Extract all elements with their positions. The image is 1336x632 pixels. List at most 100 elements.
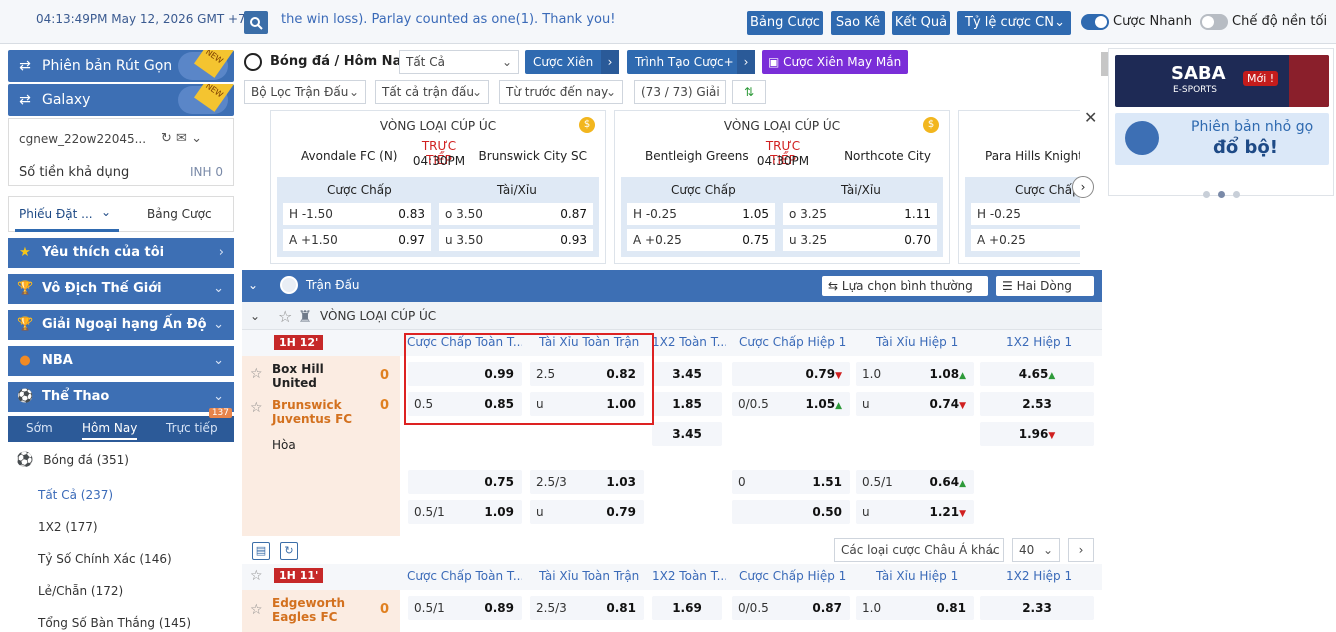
star-icon[interactable]: ☆ [250,366,263,382]
sport-soccer[interactable]: ⚽ Bóng đá (351) [16,452,242,468]
chevron-right-icon[interactable]: › [1072,176,1094,198]
odds-cell[interactable]: u 1.21▼ [856,500,974,524]
match-filter-dropdown[interactable]: Tất cả trận đấu ⌄ [375,80,489,104]
odds-cell[interactable]: o 3.25 1.11 [783,203,937,225]
home-team[interactable]: Box Hill United [272,362,364,390]
sidebar-item-nba[interactable]: ● NBA ⌄ [8,346,234,376]
tab-live[interactable]: Trực tiếp [166,421,218,435]
top-bar: 04:13:49PM May 12, 2026 GMT +7 the win l… [0,0,1336,44]
league-row[interactable]: ⌄ ☆ ♜ VÒNG LOẠI CÚP ÚC [242,302,1102,330]
odds-cell[interactable]: 2.5/3 0.81 [530,596,644,620]
live-match-card[interactable]: Para Hills Knight Cược Chấp H -0.25 A +0… [958,110,1080,264]
tab-today[interactable]: Hôm Nay [82,421,138,440]
chevron-down-icon: ⌄ [605,85,616,99]
next-page-button[interactable]: › [1068,538,1094,562]
odds-cell[interactable]: 0.5/1 1.09 [408,500,522,524]
parlay-button[interactable]: Cược Xiên › [525,50,619,74]
bet-builder-button[interactable]: Trình Tạo Cược+ › [627,50,755,74]
odds-cell[interactable]: 0/0.5 1.05▲ [732,392,850,416]
live-match-card[interactable]: VÒNG LOẠI CÚP ÚC $ Bentleigh Greens TRỰC… [614,110,950,264]
saba-esports-banner[interactable]: SABA E-SPORTS Mới ! [1115,55,1329,107]
page-size-dropdown[interactable]: 40 ⌄ [1012,538,1060,562]
odds-cell[interactable]: o 3.50 0.87 [439,203,593,225]
away-team[interactable]: Brunswick Juventus FC [272,398,364,426]
tab-early[interactable]: Sớm [26,421,53,435]
odds-cell[interactable]: A +0.25 [971,229,1080,251]
search-button[interactable] [244,11,268,34]
odds-cell[interactable]: u 0.74▼ [856,392,974,416]
statement-button[interactable]: Sao Kê [831,11,885,35]
odds-cell[interactable]: 1.0 0.81 [856,596,974,620]
odds-cell[interactable]: 0.75 [408,470,522,494]
quick-bet-toggle[interactable] [1081,14,1109,30]
star-icon[interactable]: ☆ [278,307,292,326]
odds-cell[interactable]: 2.53 [980,392,1094,416]
galaxy-banner[interactable]: ⇄ Galaxy NEW [8,84,234,116]
odds-cell[interactable]: 1.96▼ [980,422,1094,446]
sort-icon[interactable]: ⇅ [732,80,766,104]
market-item[interactable]: Tỷ Số Chính Xác (146) [38,552,264,566]
odds-cell[interactable]: 1.69 [652,596,722,620]
star-icon[interactable]: ☆ [250,602,263,618]
mail-icon[interactable]: ✉ [176,131,187,146]
odds-cell[interactable]: 0.79▼ [732,362,850,386]
lucky-parlay-button[interactable]: ▣ Cược Xiên May Mắn [762,50,908,74]
chevron-down-icon[interactable]: ⌄ [250,309,260,323]
selection-mode-dropdown[interactable]: ⇆ Lựa chọn bình thường [822,276,988,296]
cashout-icon: $ [923,117,939,133]
star-icon[interactable]: ☆ [250,400,263,416]
odds-cell[interactable]: 2.5/3 1.03 [530,470,644,494]
sidebar-item-favorites[interactable]: ★ Yêu thích của tôi › [8,238,234,268]
odds-cell[interactable]: H -0.25 1.05 [627,203,775,225]
odds-cell[interactable]: H -0.25 [971,203,1080,225]
odds-format-dropdown[interactable]: Tỷ lệ cược CN ⌄ [957,11,1071,35]
list-icon[interactable]: ▤ [252,542,270,560]
time-filter-dropdown[interactable]: Từ trước đến nay ⌄ [499,80,623,104]
odds-cell[interactable]: 2.33 [980,596,1094,620]
odds-cell[interactable]: u 0.79 [530,500,644,524]
scrollbar[interactable] [1101,52,1108,76]
odds-cell[interactable]: u 3.50 0.93 [439,229,593,251]
odds-cell[interactable]: 3.45 [652,422,722,446]
odds-cell[interactable]: 4.65▲ [980,362,1094,386]
league-filter-dropdown[interactable]: Bộ Lọc Trận Đấu ⌄ [244,80,366,104]
lite-version-promo-banner[interactable]: Phiên bản nhỏ gọ đổ bộ! [1115,113,1329,165]
odds-cell[interactable]: 0/0.5 0.87 [732,596,850,620]
line-mode-dropdown[interactable]: ☰ Hai Dòng [996,276,1094,296]
odds-cell[interactable]: A +0.25 0.75 [627,229,775,251]
odds-cell[interactable]: 0 1.51 [732,470,850,494]
odds-cell[interactable]: 0.5/1 0.89 [408,596,522,620]
close-icon[interactable]: ✕ [1084,108,1097,127]
odds-cell[interactable]: 0.5/1 0.64▲ [856,470,974,494]
market-item[interactable]: Tất Cả (237) [38,488,264,502]
refresh-icon[interactable]: ↻ [280,542,298,560]
odds-type-dropdown[interactable]: Các loại cược Châu Á khác ⌄ [834,538,1004,562]
live-match-card[interactable]: VÒNG LOẠI CÚP ÚC $ Avondale FC (N) TRỰC … [270,110,606,264]
odds-cell[interactable]: 1.0 1.08▲ [856,362,974,386]
odds-cell[interactable]: 0.50 [732,500,850,524]
market-item[interactable]: 1X2 (177) [38,520,264,534]
market-item[interactable]: Tổng Số Bàn Thắng (145) [38,616,264,630]
odds-cell[interactable]: 1.85 [652,392,722,416]
star-icon[interactable]: ☆ [250,568,263,584]
filter-all-dropdown[interactable]: Tất Cả ⌄ [399,50,519,74]
odds-cell[interactable]: 3.45 [652,362,722,386]
odds-cell[interactable]: A +1.50 0.97 [283,229,431,251]
tab-betslip[interactable]: Phiếu Đặt ... [19,207,93,221]
tab-my-bets[interactable]: Bảng Cược [147,207,212,221]
results-button[interactable]: Kết Quả [892,11,950,35]
market-item[interactable]: Lẻ/Chẵn (172) [38,584,264,598]
home-team[interactable]: Edgeworth Eagles FC [272,596,364,624]
bet-list-button[interactable]: Bảng Cược [747,11,823,35]
sidebar-item-indian-league[interactable]: 🏆 Giải Ngoại hạng Ấn Độ ⌄ [8,310,234,340]
dark-mode-toggle[interactable] [1200,14,1228,30]
chevron-down-icon[interactable]: ⌄ [248,278,258,292]
sidebar-item-sports[interactable]: ⚽ Thể Thao ⌄ [8,382,234,412]
odds-cell[interactable]: H -1.50 0.83 [283,203,431,225]
chevron-down-icon[interactable]: ⌄ [191,131,202,146]
sidebar-item-world-cup[interactable]: 🏆 Vô Địch Thế Giới ⌄ [8,274,234,304]
lite-version-banner[interactable]: ⇄ Phiên bản Rút Gọn NEW [8,50,234,82]
odds-cell[interactable]: u 3.25 0.70 [783,229,937,251]
refresh-icon[interactable]: ↻ [161,131,172,146]
league-count[interactable]: (73 / 73) Giải [634,80,726,104]
